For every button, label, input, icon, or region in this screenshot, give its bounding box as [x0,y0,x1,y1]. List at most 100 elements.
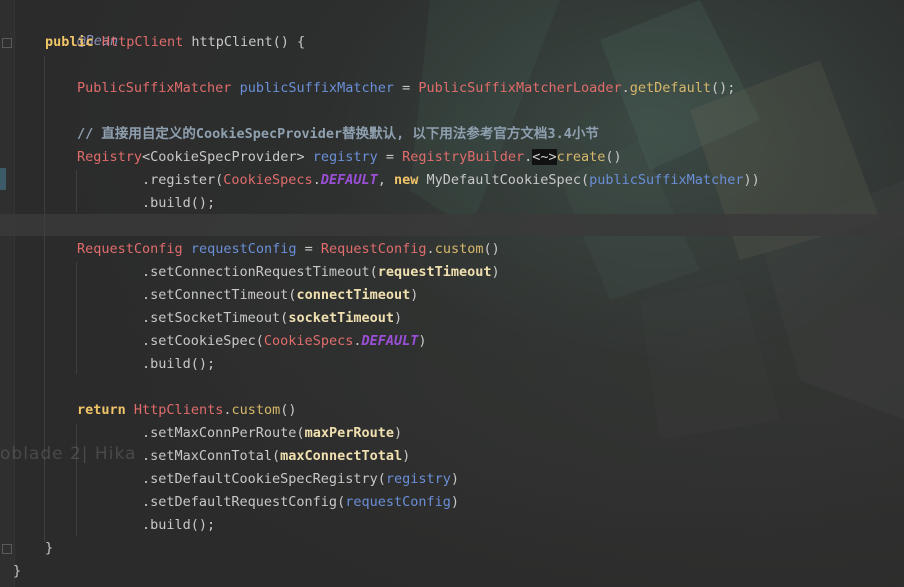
punctuation-token: < [142,149,151,165]
code-line[interactable]: .setCookieSpec(CookieSpecs.DEFAULT) [142,330,427,352]
indent-guide [76,424,77,536]
keyword-token: public [45,34,94,50]
constant-token: DEFAULT [320,172,378,188]
indent-guide [76,170,77,212]
punctuation-token: ) [450,471,460,487]
variable-token: publicSuffixMatcher [239,80,395,96]
variable-token: requestConfig [345,494,451,510]
code-line[interactable]: .setDefaultCookieSpecRegistry(registry) [142,468,459,490]
code-line[interactable]: } [45,537,53,559]
variable-token: registry [385,471,451,487]
keyword-token: new [394,172,419,188]
method-call-token: .build(); [142,517,216,533]
current-line-highlight [0,214,904,236]
method-token: custom [231,402,281,418]
operator-token: = [377,149,403,165]
method-token: custom [434,241,484,257]
code-line[interactable]: .build(); [142,192,215,214]
indent-guide [44,56,45,542]
comment-token: // 直接用自定义的CookieSpecProvider替换默认, 以下用法参考… [77,126,599,142]
code-line[interactable]: .setDefaultRequestConfig(requestConfig) [142,491,459,513]
keyword-token: return [77,402,126,418]
change-marker [0,168,6,190]
method-token: create [556,149,606,165]
dot-token: . [426,241,435,257]
field-token: maxPerRoute [304,425,394,441]
punctuation-token: )) [743,172,760,188]
code-line[interactable]: } [13,560,21,582]
field-token: connectTimeout [296,287,411,303]
variable-token: registry [312,149,378,165]
type-token: CookieSpecProvider [150,149,297,165]
method-call-token: .setConnectionRequestTimeout( [142,264,378,280]
type-token: PublicSuffixMatcherLoader [418,80,622,96]
method-call-token: .register( [142,172,224,188]
dot-token: . [524,149,533,165]
method-call-token: .setDefaultRequestConfig( [142,494,346,510]
method-call-token: .build(); [142,195,216,211]
code-line[interactable]: .setConnectionRequestTimeout(requestTime… [142,261,500,283]
method-token: getDefault [629,80,712,96]
method-call-token: .build(); [142,356,216,372]
punctuation-token: ) [393,310,403,326]
field-token: socketTimeout [288,310,394,326]
code-line[interactable]: return HttpClients.custom() [77,399,297,421]
code-editor[interactable]: oblade 2| Hika @Bean public HttpClient h… [0,0,904,587]
dot-token: . [312,172,321,188]
operator-token: = [394,80,419,96]
code-line[interactable]: PublicSuffixMatcher publicSuffixMatcher … [77,77,735,99]
field-token: maxConnectTotal [280,448,403,464]
code-line[interactable]: .register(CookieSpecs.DEFAULT, new MyDef… [142,169,760,191]
diamond-fold-icon[interactable]: <~> [532,149,557,165]
code-line[interactable]: .build(); [142,353,215,375]
watermark-text: oblade 2| Hika [0,444,137,464]
code-line[interactable]: RequestConfig requestConfig = RequestCon… [77,238,500,260]
operator-token: = [296,241,321,257]
punctuation-token: ) [410,287,419,303]
punctuation-token: ) [402,448,411,464]
method-call-token: .setMaxConnTotal( [142,448,281,464]
code-line[interactable]: .setMaxConnTotal(maxConnectTotal) [142,445,410,467]
type-token: Registry [77,149,143,165]
punctuation-token: ) [418,333,427,349]
type-token: CookieSpecs [223,172,313,188]
type-token: PublicSuffixMatcher [77,80,232,96]
fold-marker-icon[interactable] [2,38,12,48]
code-line[interactable]: .setSocketTimeout(socketTimeout) [142,307,402,329]
type-token: RequestConfig [320,241,427,257]
brace-token: } [13,563,22,579]
code-line[interactable]: .setMaxConnPerRoute(maxPerRoute) [142,422,402,444]
type-token: HttpClient [101,34,184,50]
punctuation-token: () [280,402,297,418]
class-token: MyDefaultCookieSpec( [418,172,590,188]
method-name-token: httpClient() { [191,34,306,50]
code-line[interactable]: Registry<CookieSpecProvider> registry = … [77,146,622,168]
punctuation-token: , [377,172,394,188]
type-token: CookieSpecs [263,333,354,349]
method-call-token: .setConnectTimeout( [142,287,297,303]
punctuation-token: ) [393,425,403,441]
editor-gutter [0,0,15,587]
punctuation-token: () [605,149,622,165]
method-call-token: .setSocketTimeout( [142,310,289,326]
code-line[interactable]: public HttpClient httpClient() { [45,31,305,53]
type-token: RegistryBuilder [402,149,525,165]
method-call-token: .setDefaultCookieSpecRegistry( [142,471,386,487]
fold-marker-icon[interactable] [2,544,12,554]
punctuation-token: () [483,241,500,257]
punctuation-token: ) [491,264,500,280]
method-call-token: .setMaxConnPerRoute( [142,425,305,441]
brace-token: } [45,540,54,556]
punctuation-token: ) [450,494,460,510]
type-token: RequestConfig [77,241,183,257]
variable-token: requestConfig [190,241,297,257]
code-line[interactable]: .build(); [142,514,215,536]
method-call-token: .setCookieSpec( [142,333,264,349]
type-token: HttpClients [133,402,224,418]
code-line[interactable]: // 直接用自定义的CookieSpecProvider替换默认, 以下用法参考… [77,123,599,145]
code-line[interactable]: @Bean [45,8,119,49]
code-line[interactable]: .setConnectTimeout(connectTimeout) [142,284,418,306]
punctuation-token: (); [711,80,736,96]
variable-token: publicSuffixMatcher [589,172,744,188]
indent-guide [76,262,77,374]
